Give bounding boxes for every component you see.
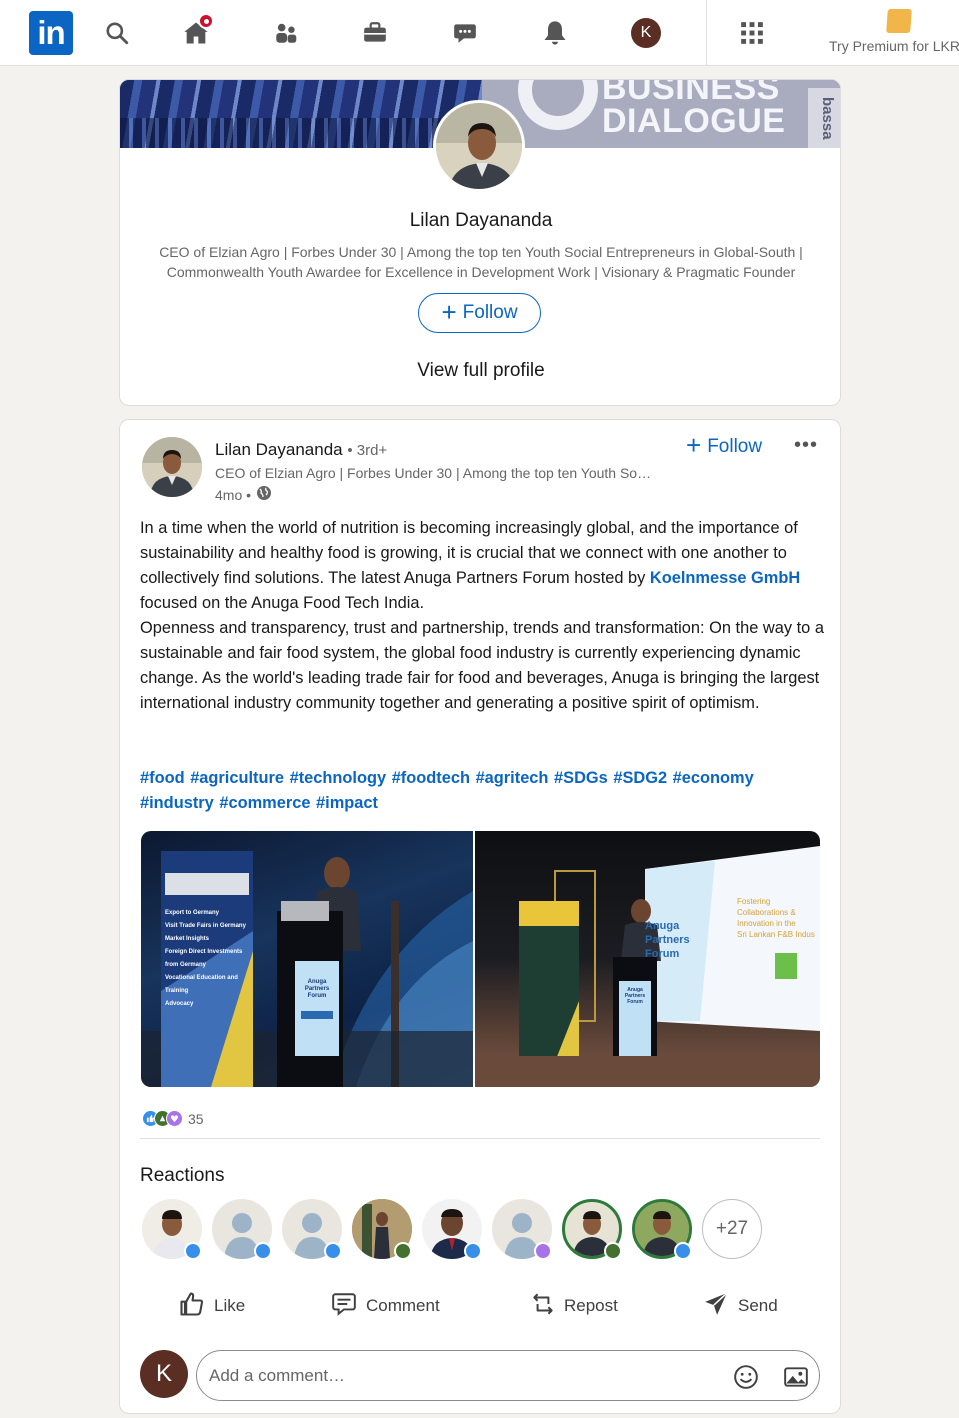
messaging-icon[interactable]: [445, 14, 485, 52]
comment-button[interactable]: Comment: [330, 1282, 440, 1330]
hashtag-list: #food #agriculture #technology #foodtech…: [140, 766, 824, 816]
celebrate-badge-icon: [604, 1242, 622, 1260]
my-network-icon[interactable]: [266, 14, 306, 52]
support-reaction-icon: [166, 1110, 183, 1127]
notification-badge: [198, 13, 214, 29]
me-avatar[interactable]: K: [631, 18, 661, 48]
banner-side-text: bassa: [808, 88, 840, 148]
emoji-icon[interactable]: [733, 1364, 759, 1395]
celebrate-badge-icon: [394, 1242, 412, 1260]
hashtag-link[interactable]: #agriculture: [190, 769, 284, 787]
nav-divider: [706, 0, 707, 66]
like-badge-icon: [254, 1242, 272, 1260]
hashtag-link[interactable]: #SDGs: [554, 769, 608, 787]
mention-link[interactable]: Koelnmesse GmbH: [650, 569, 800, 587]
linkedin-logo[interactable]: in: [29, 11, 73, 55]
profile-card: BUSINESS DIALOGUE bassa Lilan Dayananda …: [119, 79, 841, 406]
comment-box[interactable]: [196, 1350, 820, 1401]
photo1-podium-text: Anuga Partners Forum: [304, 979, 330, 999]
support-badge-icon: [534, 1242, 552, 1260]
photo2-podium-text: Anuga Partners Forum: [624, 987, 646, 1005]
post-time: 4mo •: [215, 486, 252, 503]
jobs-icon[interactable]: [355, 14, 395, 52]
hashtag-link[interactable]: #commerce: [219, 794, 310, 812]
follow-button[interactable]: + Follow: [418, 293, 541, 333]
post-images: Export to Germany Visit Trade Fairs in G…: [141, 831, 820, 1087]
notifications-icon[interactable]: [535, 14, 575, 52]
hashtag-link[interactable]: #agritech: [476, 769, 549, 787]
hashtag-link[interactable]: #technology: [290, 769, 387, 787]
like-button[interactable]: Like: [178, 1282, 245, 1330]
image-icon[interactable]: [782, 1364, 810, 1395]
comment-composer: K: [140, 1350, 824, 1402]
send-icon: [702, 1291, 730, 1322]
repost-button[interactable]: Repost: [530, 1282, 618, 1330]
view-full-profile-link[interactable]: View full profile: [120, 360, 840, 382]
repost-icon: [530, 1290, 556, 1323]
reaction-summary[interactable]: 35: [142, 1110, 204, 1127]
like-badge-icon: [674, 1242, 692, 1260]
author-headline: CEO of Elzian Agro | Forbes Under 30 | A…: [215, 465, 652, 481]
photo2-screen-brand: Anuga Partners Forum: [645, 920, 690, 960]
try-premium-link[interactable]: Try Premium for LKR: [829, 38, 959, 54]
post-text: In a time when the world of nutrition is…: [140, 519, 824, 712]
commenter-avatar[interactable]: K: [140, 1350, 188, 1398]
banner-text: BUSINESS DIALOGUE: [602, 80, 786, 140]
hashtag-link[interactable]: #foodtech: [392, 769, 470, 787]
comment-input[interactable]: [209, 1351, 709, 1400]
more-reactors-button[interactable]: +27: [702, 1199, 762, 1259]
send-button[interactable]: Send: [702, 1282, 778, 1330]
post-image-1[interactable]: Export to Germany Visit Trade Fairs in G…: [141, 831, 473, 1087]
comment-icon: [330, 1291, 358, 1322]
photo1-banner-text: Export to Germany Visit Trade Fairs in G…: [165, 910, 246, 1007]
profile-name[interactable]: Lilan Dayananda: [120, 210, 840, 232]
hashtag-link[interactable]: #food: [140, 769, 185, 787]
author-name[interactable]: Lilan Dayananda • 3rd+: [215, 440, 387, 460]
follow-label: Follow: [707, 435, 763, 457]
photo2-screen-text: Fostering Collaborations & Innovation in…: [737, 897, 815, 939]
thumbs-up-icon: [178, 1290, 206, 1323]
hashtag-link[interactable]: #economy: [673, 769, 754, 787]
more-options-icon[interactable]: •••: [794, 434, 818, 457]
like-badge-icon: [184, 1242, 202, 1260]
search-icon[interactable]: [97, 14, 137, 52]
post-image-2[interactable]: Fostering Collaborations & Innovation in…: [475, 831, 820, 1087]
like-badge-icon: [324, 1242, 342, 1260]
plus-icon: +: [686, 430, 702, 460]
home-icon[interactable]: [176, 13, 216, 52]
globe-icon: [256, 485, 272, 504]
follow-label: Follow: [462, 302, 518, 323]
hashtag-link[interactable]: #impact: [316, 794, 378, 812]
apps-grid-icon[interactable]: [732, 14, 772, 52]
divider: [140, 1138, 820, 1139]
post-follow-button[interactable]: + Follow: [686, 430, 763, 460]
global-nav: in K Try Premium for LKR: [0, 0, 959, 66]
profile-headline: CEO of Elzian Agro | Forbes Under 30 | A…: [159, 244, 803, 280]
hashtag-link[interactable]: #SDG2: [613, 769, 667, 787]
like-badge-icon: [464, 1242, 482, 1260]
reaction-count[interactable]: 35: [188, 1111, 204, 1127]
post-actions: Like Comment Repost Send: [140, 1282, 824, 1330]
hashtag-link[interactable]: #industry: [140, 794, 214, 812]
reactions-heading: Reactions: [140, 1165, 225, 1186]
plus-icon: +: [441, 296, 457, 327]
post-meta: 4mo •: [215, 485, 272, 504]
connection-degree: • 3rd+: [347, 442, 388, 459]
premium-icon[interactable]: [886, 9, 912, 33]
profile-avatar[interactable]: [433, 100, 525, 192]
author-avatar[interactable]: [142, 437, 202, 497]
reactor-list: +27: [142, 1198, 842, 1260]
post-card: Lilan Dayananda • 3rd+ CEO of Elzian Agr…: [119, 419, 841, 1414]
